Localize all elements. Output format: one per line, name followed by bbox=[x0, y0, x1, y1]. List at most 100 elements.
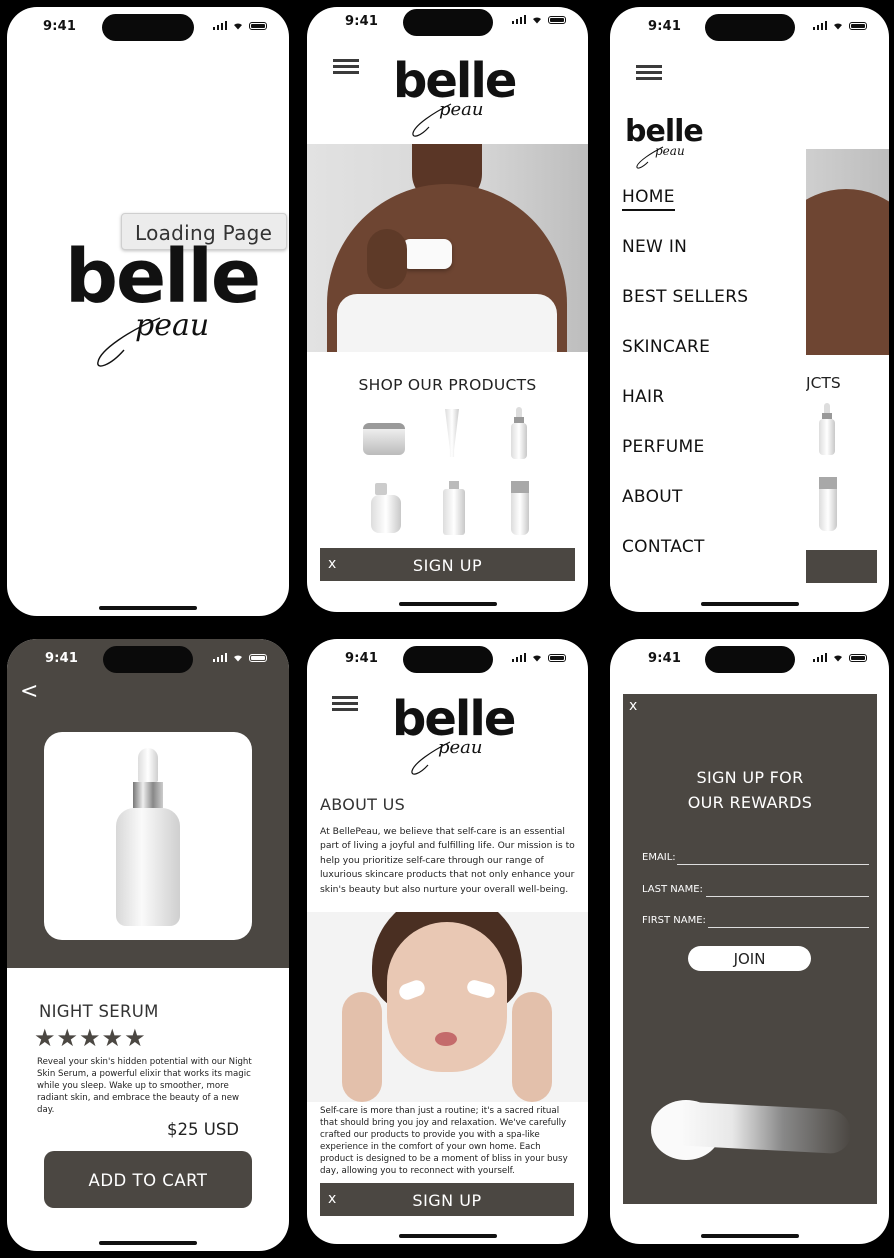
status-time: 9:41 bbox=[345, 14, 379, 29]
battery-icon bbox=[249, 21, 267, 30]
about-intro: At BellePeau, we believe that self-care … bbox=[320, 826, 575, 895]
email-field[interactable] bbox=[677, 864, 869, 865]
product-spray-icon[interactable] bbox=[443, 481, 465, 535]
join-button[interactable]: JOIN bbox=[688, 946, 811, 971]
product-bottle-icon[interactable] bbox=[511, 481, 529, 535]
join-label: JOIN bbox=[733, 950, 766, 968]
hero-cream-jar bbox=[402, 239, 452, 269]
status-bar: 9:41 bbox=[610, 639, 889, 683]
dynamic-island bbox=[402, 646, 493, 673]
peek-bottle-icon bbox=[819, 477, 837, 531]
menu-item-skincare[interactable]: SKINCARE bbox=[622, 337, 710, 357]
signup-banner[interactable]: x SIGN UP bbox=[320, 1183, 574, 1216]
dynamic-island bbox=[102, 14, 194, 41]
about-body: Self-care is more than just a routine; i… bbox=[320, 1106, 568, 1176]
screen-rewards: 9:41 x SIGN UP FOR OUR REWARDS EMAIL: LA… bbox=[610, 639, 889, 1244]
email-label: EMAIL: bbox=[642, 852, 676, 863]
rewards-close-button[interactable]: x bbox=[629, 698, 637, 714]
shop-title: SHOP OUR PRODUCTS bbox=[358, 376, 537, 394]
signup-label: SIGN UP bbox=[412, 1191, 482, 1210]
product-tube-icon[interactable] bbox=[445, 409, 459, 457]
home-indicator bbox=[398, 602, 497, 606]
menu-drawer: belle peau HOME NEW IN BEST SELLERS SKIN… bbox=[610, 51, 806, 606]
signal-icon bbox=[212, 21, 227, 30]
peek-signup-banner bbox=[806, 550, 877, 583]
serum-bottle-image bbox=[116, 748, 180, 926]
logo-flourish bbox=[411, 741, 451, 775]
wifi-icon bbox=[533, 17, 541, 24]
battery-icon bbox=[548, 15, 566, 24]
peek-dropper-icon bbox=[819, 403, 835, 455]
home-indicator bbox=[700, 1234, 799, 1238]
home-indicator bbox=[398, 1234, 497, 1238]
hero-hand bbox=[367, 229, 407, 289]
about-title: ABOUT US bbox=[320, 795, 406, 814]
screen-loading: 9:41 Loading Page belle peau bbox=[7, 7, 289, 616]
menu-item-best-sellers[interactable]: BEST SELLERS bbox=[622, 287, 748, 307]
back-button[interactable]: < bbox=[20, 679, 38, 704]
status-time: 9:41 bbox=[648, 19, 682, 34]
first-name-label: FIRST NAME: bbox=[642, 915, 706, 926]
menu-item-new-in[interactable]: NEW IN bbox=[622, 237, 687, 257]
screen-menu: 9:41 JCTS belle peau HOME NEW IN BEST SE… bbox=[610, 7, 889, 612]
wifi-icon bbox=[234, 655, 242, 662]
signal-icon bbox=[812, 653, 827, 662]
product-grid bbox=[347, 405, 557, 540]
battery-icon bbox=[849, 653, 867, 662]
status-time: 9:41 bbox=[43, 19, 77, 34]
menu-item-hair[interactable]: HAIR bbox=[622, 387, 664, 407]
logo-word: belle bbox=[65, 234, 261, 320]
status-time: 9:41 bbox=[648, 651, 682, 666]
last-name-field[interactable] bbox=[706, 896, 869, 897]
dynamic-island bbox=[402, 9, 493, 36]
signup-banner[interactable]: x SIGN UP bbox=[320, 548, 575, 581]
product-dropper-icon[interactable] bbox=[511, 407, 527, 459]
signal-icon bbox=[812, 21, 827, 30]
screen-about: 9:41 belle peau ABOUT US At BellePeau, w… bbox=[307, 639, 588, 1244]
hamburger-menu-icon[interactable] bbox=[333, 59, 359, 75]
screen-product: 9:41 < NIGHT SERUM ★★★★★ Reveal your ski… bbox=[7, 639, 289, 1251]
status-icons bbox=[511, 15, 566, 24]
product-header: 9:41 < bbox=[7, 639, 289, 968]
signal-icon bbox=[212, 653, 227, 662]
battery-icon bbox=[548, 653, 566, 662]
hero-image bbox=[307, 144, 588, 352]
logo-flourish bbox=[636, 146, 664, 169]
menu-item-perfume[interactable]: PERFUME bbox=[622, 437, 705, 457]
product-image-card bbox=[44, 732, 252, 940]
product-pump-icon[interactable] bbox=[371, 483, 401, 533]
status-icons bbox=[812, 21, 867, 30]
menu-item-contact[interactable]: CONTACT bbox=[622, 537, 705, 557]
menu-item-home[interactable]: HOME bbox=[622, 187, 675, 211]
rewards-title-line2: OUR REWARDS bbox=[687, 793, 813, 812]
peek-hero-image bbox=[806, 149, 889, 355]
about-model-image bbox=[307, 912, 588, 1102]
home-indicator bbox=[700, 602, 799, 606]
brand-logo: belle peau bbox=[392, 691, 516, 780]
status-bar: 9:41 bbox=[7, 639, 289, 683]
menu-item-about[interactable]: ABOUT bbox=[622, 487, 683, 507]
add-to-cart-button[interactable]: ADD TO CART bbox=[44, 1151, 252, 1208]
last-name-label: LAST NAME: bbox=[642, 884, 703, 895]
signup-label: SIGN UP bbox=[412, 556, 483, 575]
status-icons bbox=[212, 653, 267, 662]
status-bar: 9:41 bbox=[610, 7, 889, 51]
logo-word: belle bbox=[392, 691, 516, 747]
product-price: $25 USD bbox=[167, 1120, 239, 1139]
first-name-field[interactable] bbox=[708, 927, 869, 928]
signal-icon bbox=[511, 15, 526, 24]
status-time: 9:41 bbox=[45, 651, 79, 666]
logo-word: belle bbox=[393, 53, 517, 109]
status-icons bbox=[511, 653, 566, 662]
status-bar: 9:41 bbox=[307, 639, 588, 683]
product-jar-icon[interactable] bbox=[363, 423, 405, 455]
add-to-cart-label: ADD TO CART bbox=[88, 1171, 208, 1190]
hamburger-menu-icon[interactable] bbox=[636, 65, 662, 81]
logo-flourish bbox=[97, 317, 161, 367]
wifi-icon bbox=[834, 655, 842, 662]
dynamic-island bbox=[103, 646, 193, 673]
hamburger-menu-icon[interactable] bbox=[332, 696, 358, 712]
rewards-title-line1: SIGN UP FOR bbox=[696, 768, 804, 787]
product-description: Reveal your skin's hidden potential with… bbox=[37, 1057, 252, 1115]
logo-word: belle bbox=[625, 114, 704, 149]
